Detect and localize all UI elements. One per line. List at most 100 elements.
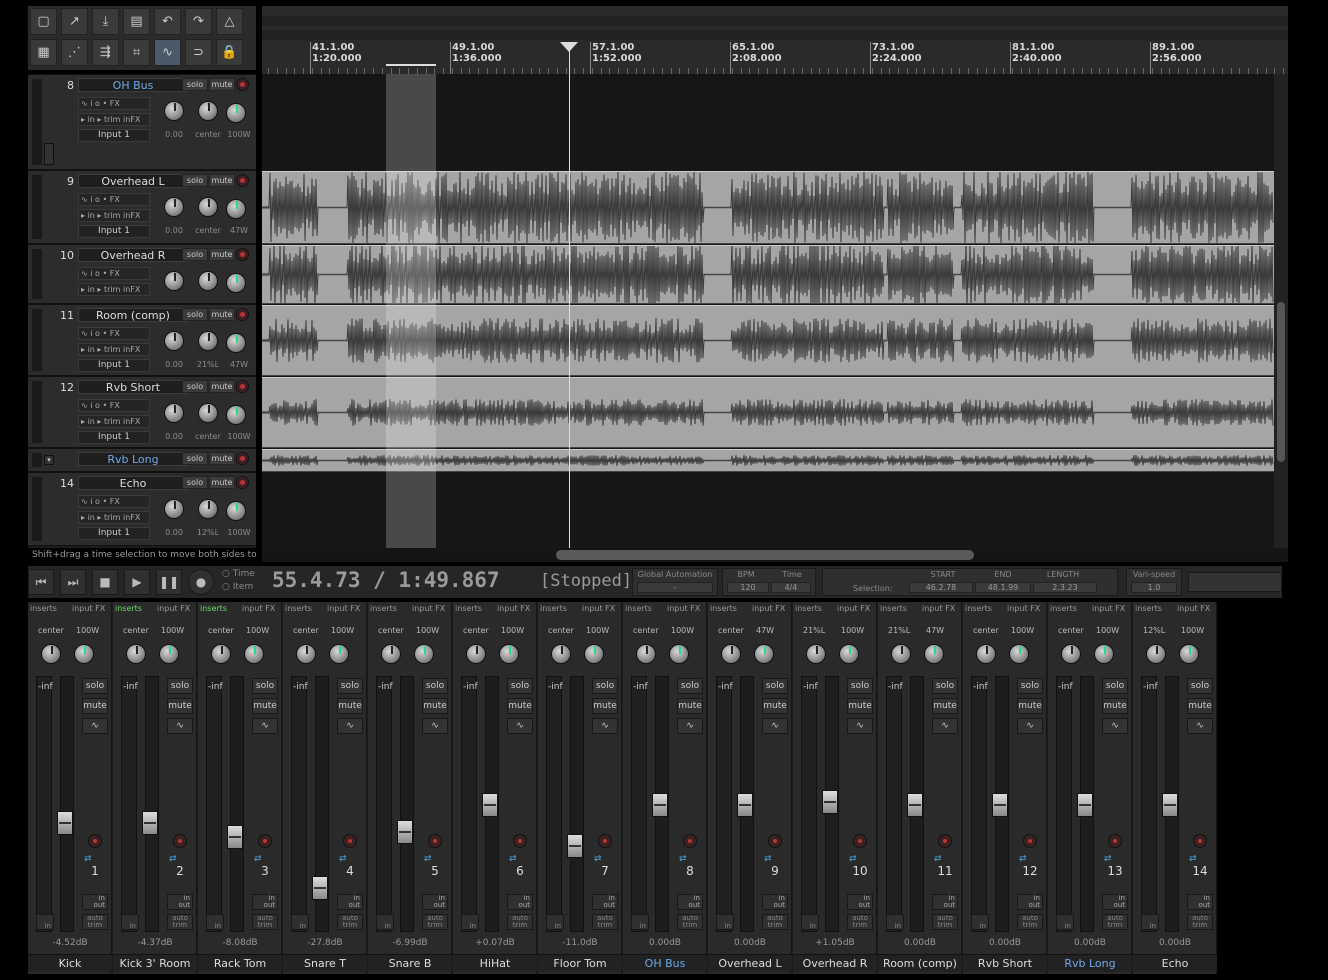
input-fx-button[interactable]: input FX <box>1177 604 1210 613</box>
record-arm-button[interactable] <box>1023 834 1037 848</box>
ripple-edit-button[interactable]: ⇶ <box>92 39 119 66</box>
envelope-button[interactable]: ∿ <box>1102 718 1128 734</box>
automation-mode-button[interactable]: auto trim <box>1187 914 1213 930</box>
peak-readout[interactable]: -inf <box>208 682 223 692</box>
volume-fader[interactable] <box>907 792 923 817</box>
io-button[interactable]: in out <box>1187 894 1213 910</box>
pause-button[interactable]: ❚❚ <box>156 569 182 595</box>
volume-readout[interactable]: 0.00dB <box>1133 938 1217 948</box>
pan-knob[interactable] <box>551 644 571 664</box>
peak-readout[interactable]: -inf <box>38 682 53 692</box>
time-position-display[interactable]: 55.4.73 / 1:49.867 <box>272 568 500 592</box>
solo-button[interactable]: solo <box>1017 678 1043 694</box>
inserts-button[interactable]: inserts <box>965 604 992 613</box>
record-arm-button[interactable] <box>1193 834 1207 848</box>
item-mode-radio[interactable]: ○ Item <box>222 582 253 592</box>
channel-name[interactable]: Rack Tom <box>198 954 282 972</box>
loop-button[interactable]: ⊃ <box>185 39 212 66</box>
track-io-row[interactable]: ∿ i o • FX <box>78 495 150 508</box>
volume-readout[interactable]: +0.07dB <box>453 938 537 948</box>
track-input-row[interactable]: ▸ in ▸ trim inFX <box>78 415 150 428</box>
peak-readout[interactable]: -inf <box>973 682 988 692</box>
track-input-row[interactable]: ▸ in ▸ trim inFX <box>78 113 150 126</box>
width-knob[interactable] <box>414 644 434 664</box>
io-button[interactable]: in out <box>932 894 958 910</box>
track-mute-button[interactable]: mute <box>209 476 235 489</box>
pan-knob[interactable] <box>211 644 231 664</box>
input-monitor-button[interactable]: in <box>1141 914 1159 930</box>
automation-mode-button[interactable]: auto trim <box>677 914 703 930</box>
input-monitor-button[interactable]: in <box>1056 914 1074 930</box>
volume-knob[interactable] <box>164 271 184 291</box>
channel-name[interactable]: Echo <box>1133 954 1217 972</box>
peak-readout[interactable]: -inf <box>293 682 308 692</box>
edit-cursor[interactable] <box>569 44 570 548</box>
mute-button[interactable]: mute <box>167 698 193 714</box>
width-knob[interactable] <box>244 644 264 664</box>
record-arm-button[interactable] <box>683 834 697 848</box>
track-name[interactable]: Overhead L <box>78 174 188 188</box>
pan-knob[interactable] <box>721 644 741 664</box>
automation-mode-button[interactable]: auto trim <box>762 914 788 930</box>
volume-knob[interactable] <box>164 403 184 423</box>
routing-icon[interactable]: ⇄ <box>509 854 517 864</box>
volume-fader[interactable] <box>312 875 328 900</box>
input-monitor-button[interactable]: in <box>206 914 224 930</box>
volume-readout[interactable]: 0.00dB <box>1048 938 1132 948</box>
peak-readout[interactable]: -inf <box>803 682 818 692</box>
input-monitor-button[interactable]: in <box>801 914 819 930</box>
mute-button[interactable]: mute <box>932 698 958 714</box>
channel-name[interactable]: Kick 3' Room <box>113 954 197 972</box>
track-rvb-long[interactable]: Rvb Long solo mute ▾ <box>28 448 256 472</box>
track-select-strip[interactable] <box>32 309 42 371</box>
envelope-button[interactable]: ∿ <box>337 718 363 734</box>
lock-button[interactable]: 🔒 <box>216 39 243 66</box>
envelope-button[interactable]: ∿ <box>932 718 958 734</box>
track-11[interactable]: 11 Room (comp) solo mute ∿ i o • FX ▸ in ▸ tr… <box>28 304 256 376</box>
project-settings-button[interactable]: ▤ <box>123 8 150 35</box>
volume-fader[interactable] <box>992 792 1008 817</box>
volume-readout[interactable]: 0.00dB <box>878 938 962 948</box>
track-select-strip[interactable] <box>32 381 42 443</box>
input-fx-button[interactable]: input FX <box>327 604 360 613</box>
solo-button[interactable]: solo <box>167 678 193 694</box>
volume-fader[interactable] <box>397 820 413 845</box>
track-select-strip[interactable] <box>32 79 42 165</box>
track-io-row[interactable]: ∿ i o • FX <box>78 399 150 412</box>
volume-fader[interactable] <box>567 834 583 859</box>
routing-icon[interactable]: ⇄ <box>339 854 347 864</box>
volume-readout[interactable]: -4.52dB <box>28 938 112 948</box>
track-input-row[interactable]: ▸ in ▸ trim inFX <box>78 283 150 296</box>
volume-readout[interactable]: -27.8dB <box>283 938 367 948</box>
routing-icon[interactable]: ⇄ <box>849 854 857 864</box>
input-fx-button[interactable]: input FX <box>582 604 615 613</box>
solo-button[interactable]: solo <box>592 678 618 694</box>
volume-readout[interactable]: 0.00dB <box>623 938 707 948</box>
track-input-select[interactable]: Input 1 <box>78 431 150 444</box>
width-knob[interactable] <box>1009 644 1029 664</box>
folder-toggle-button[interactable]: ▾ <box>44 455 54 465</box>
volume-fader[interactable] <box>1162 792 1178 817</box>
automation-mode-button[interactable]: auto trim <box>252 914 278 930</box>
selection-end-value[interactable]: 48.1.99 <box>975 582 1031 593</box>
automation-mode-button[interactable]: auto trim <box>337 914 363 930</box>
channel-name[interactable]: Floor Tom <box>538 954 622 972</box>
mute-button[interactable]: mute <box>592 698 618 714</box>
solo-button[interactable]: solo <box>252 678 278 694</box>
channel-name[interactable]: Overhead L <box>708 954 792 972</box>
bpm-value[interactable]: 120 <box>727 582 769 593</box>
solo-button[interactable]: solo <box>677 678 703 694</box>
record-arm-button[interactable] <box>853 834 867 848</box>
track-solo-button[interactable]: solo <box>182 380 208 393</box>
io-button[interactable]: in out <box>82 894 108 910</box>
routing-icon[interactable]: ⇄ <box>424 854 432 864</box>
volume-fader[interactable] <box>482 792 498 817</box>
io-button[interactable]: in out <box>1017 894 1043 910</box>
track-record-arm-button[interactable] <box>236 380 249 393</box>
peak-readout[interactable]: -inf <box>378 682 393 692</box>
track-name[interactable]: OH Bus <box>78 78 188 92</box>
io-button[interactable]: in out <box>762 894 788 910</box>
track-record-arm-button[interactable] <box>236 308 249 321</box>
width-knob[interactable] <box>226 501 246 521</box>
record-arm-button[interactable] <box>768 834 782 848</box>
